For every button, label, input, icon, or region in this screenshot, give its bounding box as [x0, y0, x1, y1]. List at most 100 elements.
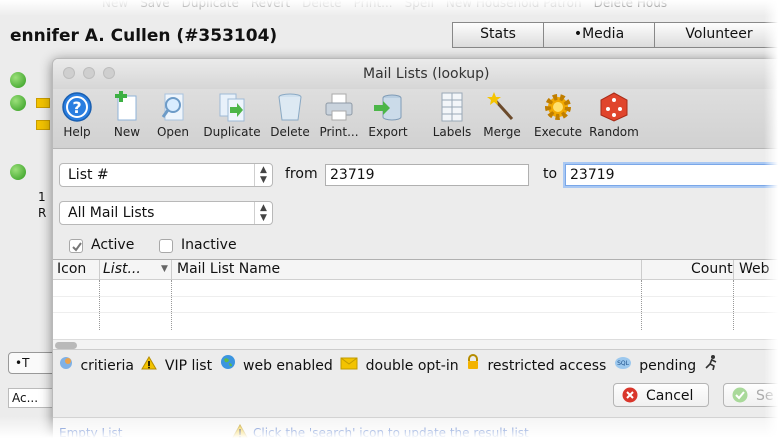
column-divider — [171, 280, 172, 330]
status-dot-icon — [10, 95, 26, 111]
status-result-count: Empty List — [59, 426, 123, 438]
toolbar-label: Labels — [432, 125, 472, 139]
toolbar-label: Open — [156, 125, 190, 139]
cancel-button[interactable]: Cancel — [613, 383, 709, 407]
stepper-arrows-icon: ▲ ▼ — [254, 202, 272, 224]
to-input[interactable]: 23719 — [565, 164, 778, 186]
toolbar-execute-button[interactable]: Execute — [529, 91, 587, 139]
select-button[interactable]: Se — [723, 383, 778, 407]
bg-menu-new-household[interactable]: New Household Patron — [446, 0, 582, 10]
inactive-checkbox[interactable] — [159, 239, 173, 253]
column-header-mail-list-name[interactable]: Mail List Name — [177, 261, 280, 277]
toolbar-random-button[interactable]: Random — [587, 91, 641, 139]
warning-icon — [141, 356, 158, 374]
toolbar-label: Print... — [319, 125, 359, 139]
from-input[interactable]: 23719 — [325, 164, 529, 186]
side-letter: R — [38, 206, 47, 220]
mail-lists-window: Mail Lists (lookup) ? Help New Open Dupl… — [52, 58, 778, 438]
bg-menu-spell[interactable]: Spell — [405, 0, 434, 10]
bg-menu-print[interactable]: Print... — [354, 0, 393, 10]
legend-double-opt-in: double opt-in — [365, 358, 459, 374]
bg-menu-delete[interactable]: Delete — [302, 0, 341, 10]
bg-menu-delete-household[interactable]: Delete Hous — [594, 0, 667, 10]
legend-pending: pending — [639, 358, 697, 374]
inactive-label: Inactive — [181, 237, 237, 253]
toolbar-label: New — [113, 125, 141, 139]
legend-web-enabled: web enabled — [243, 358, 333, 374]
envelope-icon — [340, 357, 358, 374]
tab-volunteer[interactable]: Volunteer — [654, 22, 778, 48]
stepper-arrows-icon: ▲ ▼ — [254, 164, 272, 186]
toolbar-labels-button[interactable]: Labels — [427, 91, 477, 139]
patron-toolbar: New Save Duplicate Revert Delete Print... Spel… — [0, 0, 778, 14]
toolbar-print-button[interactable]: Print... — [315, 91, 363, 139]
list-type-select[interactable]: All Mail Lists ▲ ▼ — [59, 201, 273, 225]
new-document-icon — [111, 90, 143, 123]
status-dot-icon — [10, 72, 26, 88]
toolbar-export-button[interactable]: Export — [365, 91, 411, 139]
cancel-label: Cancel — [646, 388, 694, 404]
bg-menu-save[interactable]: Save — [140, 0, 169, 10]
toolbar-duplicate-button[interactable]: Duplicate — [201, 91, 263, 139]
status-dot-icon — [10, 164, 26, 180]
bg-bottom-button[interactable]: •T — [8, 352, 58, 374]
running-person-icon — [704, 355, 718, 374]
legend-vip: VIP list — [164, 358, 213, 374]
bg-menu-duplicate[interactable]: Duplicate — [182, 0, 239, 10]
checkmark-icon — [72, 242, 82, 252]
envelope-icon — [36, 98, 50, 108]
toolbar-open-button[interactable]: Open — [153, 91, 193, 139]
duplicate-icon — [216, 91, 248, 123]
column-divider — [733, 280, 734, 330]
toolbar: ? Help New Open Duplicate Delete Print..… — [53, 89, 778, 149]
toolbar-label: Delete — [270, 125, 310, 139]
tab-stats[interactable]: Stats — [452, 22, 544, 48]
sort-descending-icon: ▼ — [161, 264, 168, 274]
search-field-select[interactable]: List # ▲ ▼ — [59, 163, 273, 187]
svg-text:SQL: SQL — [617, 360, 630, 367]
status-message: Click the 'search' icon to update the re… — [253, 426, 529, 438]
help-icon: ? — [61, 91, 93, 123]
dice-icon — [598, 91, 630, 123]
column-divider — [641, 280, 642, 330]
column-header-count[interactable]: Count — [691, 261, 733, 277]
toolbar-new-button[interactable]: New — [107, 90, 147, 139]
active-checkbox[interactable] — [69, 239, 83, 253]
sql-icon: SQL — [614, 357, 632, 374]
legend-criteria: critieria — [80, 358, 135, 374]
minimize-window-button[interactable] — [83, 67, 95, 79]
bg-menu-revert[interactable]: Revert — [251, 0, 290, 10]
list-type-value: All Mail Lists — [68, 205, 155, 221]
results-table[interactable]: Icon List... ▼ Mail List Name Count Web — [53, 259, 778, 339]
toolbar-label: Execute — [534, 125, 582, 139]
zoom-window-button[interactable] — [103, 67, 115, 79]
envelope-icon — [36, 120, 50, 130]
magic-wand-icon — [486, 91, 518, 123]
column-header-web[interactable]: Web — [739, 261, 770, 277]
active-label: Active — [91, 237, 135, 253]
ok-icon — [732, 387, 748, 407]
tab-media[interactable]: •Media — [543, 22, 655, 48]
column-header-list-number[interactable]: List... — [103, 261, 141, 277]
legend-restricted-access: restricted access — [487, 358, 607, 374]
close-window-button[interactable] — [63, 67, 75, 79]
bg-menu-new[interactable]: New — [102, 0, 128, 10]
trash-icon — [274, 91, 306, 123]
icon-legend: critieria VIP list web enabled double op… — [53, 349, 778, 375]
scrollbar-thumb[interactable] — [55, 342, 77, 349]
status-bar: Empty List Click the 'search' icon to up… — [53, 417, 778, 438]
side-digit: 1 — [38, 190, 46, 204]
to-label: to — [543, 166, 558, 182]
toolbar-label: Random — [589, 125, 639, 139]
table-header: Icon List... ▼ Mail List Name Count Web — [53, 260, 778, 280]
title-bar[interactable]: Mail Lists (lookup) — [53, 59, 778, 89]
column-divider — [99, 280, 100, 330]
bg-bottom-field[interactable]: Ac... — [8, 388, 54, 408]
toolbar-merge-button[interactable]: Merge — [479, 91, 525, 139]
toolbar-delete-button[interactable]: Delete — [267, 91, 313, 139]
svg-text:?: ? — [72, 98, 81, 117]
toolbar-help-button[interactable]: ? Help — [57, 91, 97, 139]
window-title: Mail Lists (lookup) — [363, 66, 490, 82]
criteria-icon — [59, 357, 73, 374]
column-header-icon[interactable]: Icon — [57, 261, 86, 277]
